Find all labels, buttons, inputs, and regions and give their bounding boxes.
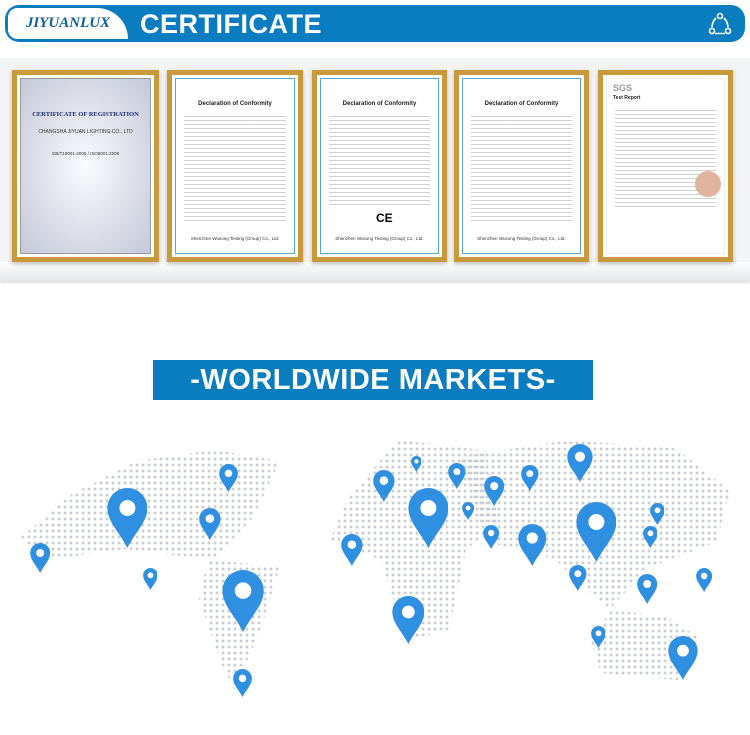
location-pin-icon: [636, 574, 657, 604]
sgs-test-report[interactable]: SGS Test Report: [598, 70, 733, 262]
sgs-logo: SGS: [613, 83, 633, 93]
location-pin-icon: [461, 502, 474, 520]
declaration-of-conformity-3[interactable]: Declaration of Conformity Shenzhen Wusong…: [454, 70, 589, 262]
location-pin-icon: [29, 543, 50, 573]
cert-standard: GB/T19001-2008 / ISO9001:2008: [51, 151, 120, 156]
cert-issuer: Shenzhen Wusong Testing (Group) Co., Ltd…: [190, 236, 280, 241]
location-pin-icon: [517, 524, 547, 566]
location-pin-icon: [521, 465, 539, 491]
location-pin-icon: [142, 568, 158, 590]
location-pin-icon: [106, 488, 148, 548]
location-pin-icon: [373, 470, 395, 502]
location-pin-icon: [219, 464, 239, 492]
location-pin-icon: [567, 444, 593, 482]
cert-issuer: Shenzhen Wusong Testing (Group) Co., Ltd…: [335, 236, 424, 241]
stamp-icon: [695, 171, 721, 197]
location-pin-icon: [222, 570, 264, 632]
cert-title: Declaration of Conformity: [198, 101, 272, 107]
declaration-of-conformity-2[interactable]: Declaration of Conformity CE Shenzhen Wu…: [312, 70, 447, 262]
location-pin-icon: [199, 508, 221, 540]
location-pin-icon: [483, 476, 504, 506]
cert-issuer: Shenzhen Wusong Testing (Group) Co., Ltd…: [477, 236, 566, 241]
page-title: CERTIFICATE: [140, 9, 322, 39]
location-pin-icon: [590, 626, 606, 648]
shelf: [0, 262, 750, 280]
declaration-of-conformity-1[interactable]: Declaration of Conformity Shenzhen Wusong…: [167, 70, 303, 262]
cert-title: Test Report: [613, 95, 641, 101]
location-pin-icon: [407, 488, 449, 548]
share-icon[interactable]: [707, 11, 733, 37]
certificate-registration[interactable]: CERTIFICATE OF REGISTRATION CHANGSHA JIY…: [12, 70, 159, 262]
location-pin-icon: [642, 526, 658, 548]
location-pin-icon: [448, 463, 466, 489]
location-pin-icon: [569, 565, 587, 591]
location-pin-icon: [410, 456, 422, 472]
location-pin-icon: [341, 534, 363, 566]
location-pin-icon: [695, 568, 712, 592]
location-pin-icon: [233, 669, 253, 697]
header-bar: JIYUANLUX CERTIFICATE: [5, 5, 745, 42]
brand-logo: JIYUANLUX: [8, 8, 128, 39]
ce-mark: CE: [376, 211, 393, 225]
cert-company: CHANGSHA JIYUAN LIGHTING CO., LTD: [38, 129, 133, 135]
cert-title: CERTIFICATE OF REGISTRATION: [32, 111, 139, 118]
worldwide-markets-banner: -WORLDWIDE MARKETS-: [153, 360, 593, 400]
location-pin-icon: [575, 502, 617, 562]
cert-title: Declaration of Conformity: [484, 101, 559, 107]
location-pin-icon: [668, 636, 698, 680]
cert-title: Declaration of Conformity: [342, 101, 417, 107]
location-pin-icon: [482, 525, 499, 549]
location-pin-icon: [649, 503, 665, 525]
location-pin-icon: [391, 596, 425, 644]
